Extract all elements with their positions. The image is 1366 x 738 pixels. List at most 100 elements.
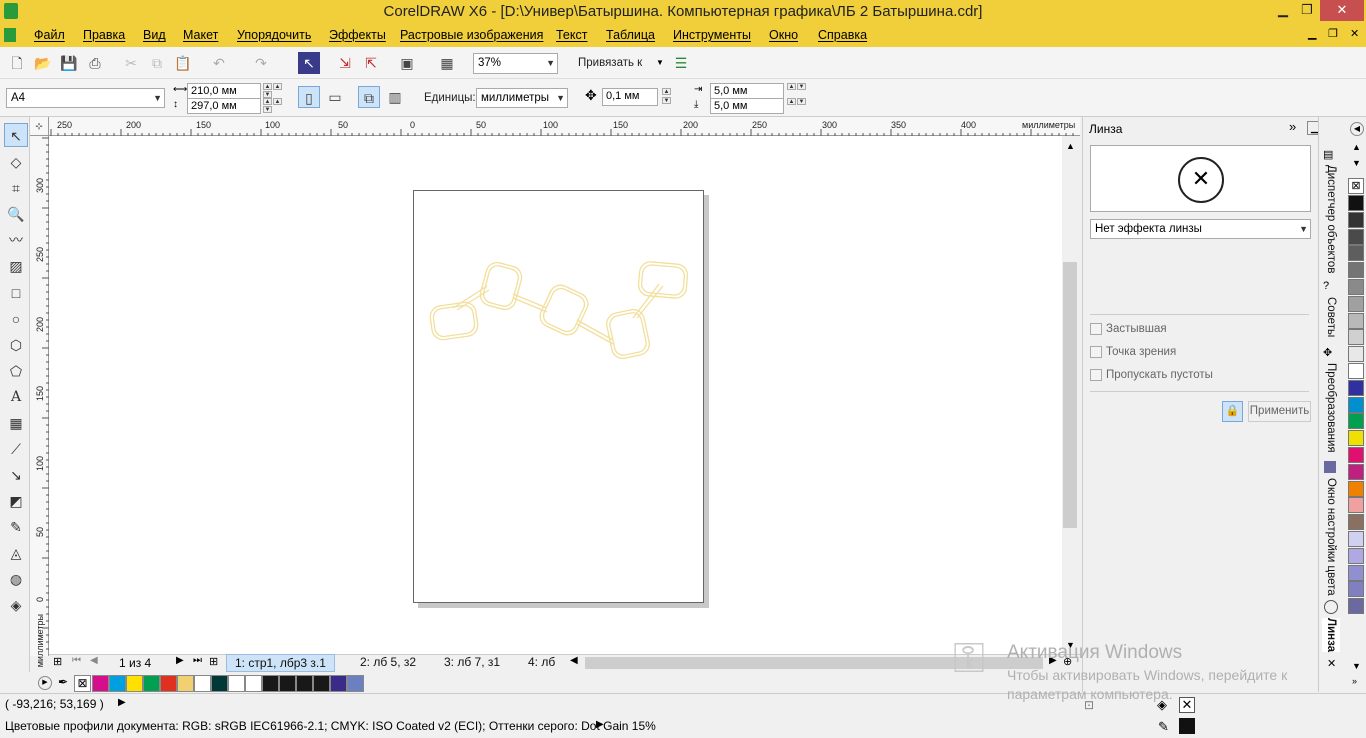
- zoom-tool-icon[interactable]: 🔍: [4, 202, 28, 226]
- color-swatch[interactable]: [262, 675, 279, 692]
- color-profiles-text[interactable]: Цветовые профили документа: RGB: sRGB IE…: [5, 719, 656, 733]
- outline-color-swatch[interactable]: [1179, 718, 1195, 734]
- color-swatch[interactable]: [109, 675, 126, 692]
- search-content-icon[interactable]: ↖: [298, 52, 320, 74]
- new-document-icon[interactable]: 🗋: [6, 52, 28, 74]
- export-icon[interactable]: ⇱: [360, 52, 382, 74]
- height-down-icon[interactable]: ▼: [263, 106, 272, 113]
- palette-options-icon[interactable]: ◀: [1350, 122, 1364, 136]
- ruler-origin-icon[interactable]: ⊹: [30, 117, 49, 136]
- close-icon[interactable]: ✕: [1320, 0, 1364, 21]
- pick-tool-icon[interactable]: ↖: [4, 123, 28, 147]
- tab-transformations[interactable]: Преобразования: [1322, 363, 1340, 453]
- page-width-field[interactable]: 210,0 мм: [187, 83, 261, 99]
- color-swatch[interactable]: [1348, 329, 1364, 346]
- color-swatch[interactable]: [1348, 211, 1364, 228]
- scroll-up-icon[interactable]: ▲: [1066, 141, 1075, 151]
- color-swatch[interactable]: [1348, 413, 1364, 430]
- menu-bitmaps[interactable]: Растровые изображения: [400, 24, 543, 47]
- no-color-swatch-icon[interactable]: ⊠: [74, 675, 91, 692]
- doc-close-icon[interactable]: ✕: [1350, 27, 1359, 40]
- page-height-field[interactable]: 297,0 мм: [187, 98, 261, 114]
- menu-window[interactable]: Окно: [769, 24, 798, 47]
- table-tool-icon[interactable]: ▦: [4, 411, 28, 435]
- fill-tool-icon[interactable]: ◍: [4, 567, 28, 591]
- close-docker-tab-icon[interactable]: ✕: [1327, 657, 1336, 670]
- palette-menu-icon[interactable]: ▶: [38, 676, 52, 690]
- color-swatch[interactable]: [245, 675, 262, 692]
- color-swatch[interactable]: [296, 675, 313, 692]
- color-swatch[interactable]: [143, 675, 160, 692]
- scroll-left-icon[interactable]: ◀: [570, 655, 578, 666]
- last-page-icon[interactable]: ⏭: [193, 655, 202, 666]
- width-down-icon[interactable]: ▼: [263, 91, 272, 98]
- height-up-icon[interactable]: ▲: [263, 98, 272, 105]
- color-swatch[interactable]: [1348, 195, 1364, 211]
- palette-scroll-up-icon[interactable]: ▲: [1352, 142, 1361, 152]
- color-swatch[interactable]: [1348, 598, 1364, 615]
- viewpoint-checkbox[interactable]: [1090, 346, 1102, 358]
- menu-table[interactable]: Таблица: [606, 24, 655, 47]
- color-swatch[interactable]: [330, 675, 347, 692]
- width-up-icon[interactable]: ▲: [263, 83, 272, 90]
- smart-fill-icon[interactable]: ▨: [4, 254, 28, 278]
- prev-page-icon[interactable]: ◀: [90, 655, 98, 666]
- color-swatch[interactable]: [1348, 581, 1364, 598]
- color-swatch[interactable]: [92, 675, 109, 692]
- nudge-down-icon[interactable]: ▼: [662, 97, 671, 104]
- menu-layout[interactable]: Макет: [183, 24, 218, 47]
- menu-edit[interactable]: Правка: [83, 24, 125, 47]
- lens-type-select[interactable]: Нет эффекта линзы ▼: [1090, 219, 1311, 239]
- add-page-before-icon[interactable]: ⊞: [53, 655, 62, 668]
- color-swatch[interactable]: [1348, 547, 1364, 564]
- profiles-expand-icon[interactable]: ▶: [596, 719, 604, 730]
- color-swatch[interactable]: [1348, 262, 1364, 279]
- color-swatch[interactable]: [1348, 228, 1364, 245]
- dupy-down-icon[interactable]: ▼: [797, 98, 806, 105]
- lock-icon[interactable]: 🔒: [1222, 401, 1243, 422]
- color-swatch[interactable]: [1348, 379, 1364, 396]
- minimize-icon[interactable]: ▁: [1270, 0, 1296, 21]
- menu-effects[interactable]: Эффекты: [329, 24, 386, 47]
- dimension-tool-icon[interactable]: ⟋: [4, 437, 28, 461]
- doc-restore-icon[interactable]: ❐: [1328, 27, 1338, 40]
- eyedropper-icon[interactable]: ✒: [58, 675, 68, 689]
- rectangle-tool-icon[interactable]: □: [4, 281, 28, 305]
- color-swatch[interactable]: [347, 675, 364, 692]
- nudge-up-icon[interactable]: ▲: [662, 88, 671, 95]
- all-pages-icon[interactable]: ⧉: [358, 86, 380, 108]
- units-select[interactable]: миллиметры ▼: [476, 88, 568, 108]
- page-tab-2[interactable]: 2: лб 5, з2: [352, 654, 424, 672]
- landscape-icon[interactable]: ▭: [324, 86, 346, 108]
- nudge-field[interactable]: 0,1 мм: [602, 88, 658, 106]
- page-size-select[interactable]: A4 ▼: [6, 88, 165, 108]
- page-tab-1[interactable]: 1: стр1, лбр3 з.1: [226, 654, 335, 672]
- cut-icon[interactable]: ✂: [120, 52, 142, 74]
- color-swatch[interactable]: [1348, 463, 1364, 480]
- color-swatch[interactable]: [1348, 430, 1364, 447]
- duplicate-y-field[interactable]: 5,0 мм: [710, 98, 784, 114]
- color-swatch[interactable]: [279, 675, 296, 692]
- crop-tool-icon[interactable]: ⌗: [4, 176, 28, 200]
- eyedropper-tool-icon[interactable]: ✎: [4, 515, 28, 539]
- color-swatch[interactable]: [1348, 447, 1364, 463]
- apply-button[interactable]: Применить: [1248, 401, 1311, 422]
- doc-minimize-icon[interactable]: ▁: [1308, 27, 1316, 40]
- first-page-icon[interactable]: ⏮: [72, 655, 81, 666]
- vertical-scroll-thumb[interactable]: [1063, 262, 1077, 528]
- chain-drawing[interactable]: [413, 190, 704, 603]
- polygon-tool-icon[interactable]: ⬡: [4, 333, 28, 357]
- remove-face-checkbox[interactable]: [1090, 369, 1102, 381]
- page-tab-3[interactable]: 3: лб 7, з1: [436, 654, 508, 672]
- height-up2-icon[interactable]: ▲: [273, 98, 282, 105]
- open-icon[interactable]: 📂: [32, 52, 54, 74]
- redo-icon[interactable]: ↷: [250, 52, 272, 74]
- frozen-checkbox[interactable]: [1090, 323, 1102, 335]
- color-swatch[interactable]: [1348, 295, 1364, 312]
- zoom-select[interactable]: 37% ▼: [473, 53, 558, 74]
- outline-indicator-icon[interactable]: ✎: [1158, 719, 1169, 735]
- tab-color-settings[interactable]: Окно настройки цвета: [1322, 478, 1340, 596]
- copy-icon[interactable]: ⧉: [146, 52, 168, 74]
- color-swatch[interactable]: [126, 675, 143, 692]
- menu-help[interactable]: Справка: [818, 24, 867, 47]
